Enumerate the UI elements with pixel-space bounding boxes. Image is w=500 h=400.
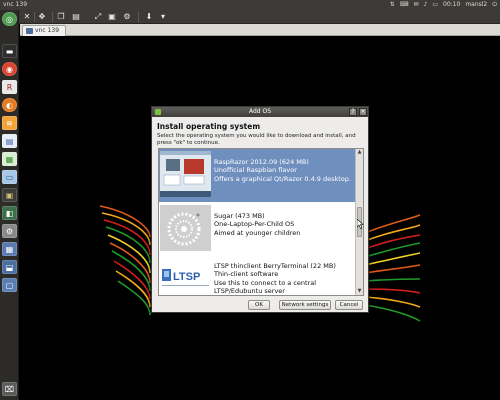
dialog-title: Add OS [248, 108, 272, 115]
dialog-instructions: Select the operating system you would li… [157, 133, 356, 146]
dash-icon[interactable]: ◎ [2, 12, 17, 26]
vnc-icon [26, 28, 33, 34]
trash-icon[interactable]: ⌧ [2, 382, 17, 396]
network-icon[interactable]: ⬓ [2, 260, 17, 274]
os-description: Unofficial Raspbian flavor [214, 166, 297, 175]
clock[interactable]: 00:10 [443, 0, 460, 10]
download-icon[interactable]: ⬇ [144, 12, 154, 22]
settings-icon[interactable]: ⚙ [122, 12, 132, 22]
os-description: Offers a graphical Qt/Razor 0.4.9 deskto… [214, 174, 351, 183]
help-button[interactable]: ? [349, 108, 357, 116]
screenshot-icon[interactable]: ▣ [107, 12, 117, 22]
os-item-text: Sugar (473 MB) One-Laptop-Per-Child OS A… [214, 212, 300, 237]
launcher: ◎ ▬ ◉ R ◐ ≋ ▤ ▦ ▭ ▣ ◧ ⚙ ▦ ⬓ ▢ ⌧ [0, 10, 19, 400]
settings-icon[interactable]: ⚙ [2, 224, 17, 238]
ltsp-logo: LTSP [160, 259, 211, 295]
ltsp-logo-text: LTSP [173, 271, 200, 283]
mail-icon[interactable]: ✉ [413, 0, 418, 10]
os-name: RaspRazor 2012.09 (624 MB) [214, 158, 309, 166]
close-icon[interactable]: ✕ [22, 12, 32, 22]
os-description: Thin-client software [214, 270, 279, 279]
toolbar-separator [52, 12, 53, 22]
os-item-text: LTSP thinclient BerryTerminal (22 MB) Th… [214, 262, 336, 295]
mouse-pointer-icon [357, 219, 364, 229]
chrome-icon[interactable]: ◉ [2, 62, 17, 76]
os-description: Use this to connect to a central [214, 278, 317, 287]
image-icon[interactable]: ◧ [2, 206, 17, 220]
paste-icon[interactable]: ▤ [71, 12, 81, 22]
spreadsheet-icon[interactable]: ▦ [2, 152, 17, 166]
rasprazor-screenshot [160, 151, 211, 197]
dialog-heading: Install operating system [157, 122, 261, 131]
add-os-dialog: Add OS ? × Install operating system Sele… [151, 106, 369, 313]
volume-icon[interactable]: ♪ [424, 0, 428, 10]
keyboard-icon[interactable]: ⌨ [400, 0, 409, 10]
r-icon[interactable]: R [2, 80, 17, 94]
os-name: LTSP thinclient BerryTerminal (22 MB) [214, 262, 336, 270]
cancel-button[interactable]: Cancel [335, 300, 363, 310]
scroll-down-icon[interactable]: ▼ [356, 288, 363, 295]
scroll-up-icon[interactable]: ▲ [356, 149, 363, 156]
monitor-icon[interactable]: ▣ [2, 188, 17, 202]
system-tray: ⇅ ⌨ ✉ ♪ ▭ 00:10 mansl2 ⏻ [390, 0, 497, 10]
os-item-rasprazor[interactable]: RaspRazor 2012.09 (624 MB) Unofficial Ra… [159, 149, 356, 202]
dialog-titlebar[interactable]: Add OS ? × [152, 107, 368, 117]
os-item-ltsp[interactable]: LTSP LTSP thinclient BerryTerminal (22 M… [159, 256, 356, 295]
os-name: Sugar (473 MB) [214, 212, 265, 220]
view-icon[interactable]: ▾ [158, 12, 168, 22]
window-icon[interactable]: ▢ [2, 278, 17, 292]
power-icon[interactable]: ⏻ [492, 0, 497, 10]
tab-vnc-139[interactable]: vnc 139 [22, 25, 67, 36]
fullscreen-icon[interactable]: ⤢ [93, 12, 103, 22]
os-description: One-Laptop-Per-Child OS [214, 220, 295, 229]
window-title: vnc 139 [3, 1, 28, 8]
close-button[interactable]: × [359, 108, 367, 116]
network-settings-button[interactable]: Network settings [279, 300, 331, 310]
os-description: LTSP/Edubuntu server [214, 286, 285, 295]
presentation-icon[interactable]: ▭ [2, 170, 17, 184]
toolbar-separator [34, 12, 35, 22]
battery-icon[interactable]: ▭ [432, 0, 438, 10]
shell-icon[interactable]: ▦ [2, 242, 17, 256]
top-panel: vnc 139 ⇅ ⌨ ✉ ♪ ▭ 00:10 mansl2 ⏻ [0, 0, 500, 10]
os-item-text: RaspRazor 2012.09 (624 MB) Unofficial Ra… [214, 158, 351, 183]
screen: vnc 139 ⇅ ⌨ ✉ ♪ ▭ 00:10 mansl2 ⏻ ✕ ✥ ❐ ▤… [0, 0, 500, 400]
document-icon[interactable]: ▤ [2, 134, 17, 148]
tab-label: vnc 139 [35, 27, 60, 34]
ok-button[interactable]: OK [248, 300, 270, 310]
firefox-icon[interactable]: ◐ [2, 98, 17, 112]
copy-icon[interactable]: ❐ [56, 12, 66, 22]
sugar-screenshot [160, 205, 211, 251]
feed-icon[interactable]: ≋ [2, 116, 17, 130]
vnc-tab-strip: vnc 139 [20, 24, 500, 36]
os-item-sugar[interactable]: Sugar (473 MB) One-Laptop-Per-Child OS A… [159, 202, 356, 256]
network-icon[interactable]: ⇅ [390, 0, 395, 10]
toolbar-separator [138, 12, 139, 22]
vnc-toolbar: ✕ ✥ ❐ ▤ ⤢ ▣ ⚙ ⬇ ▾ [0, 10, 500, 24]
terminal-icon[interactable]: ▬ [2, 44, 17, 58]
app-icon [155, 109, 161, 115]
move-icon[interactable]: ✥ [37, 12, 47, 22]
os-description: Aimed at younger children [214, 228, 301, 237]
os-list[interactable]: RaspRazor 2012.09 (624 MB) Unofficial Ra… [158, 148, 364, 296]
user-name[interactable]: mansl2 [465, 0, 487, 10]
